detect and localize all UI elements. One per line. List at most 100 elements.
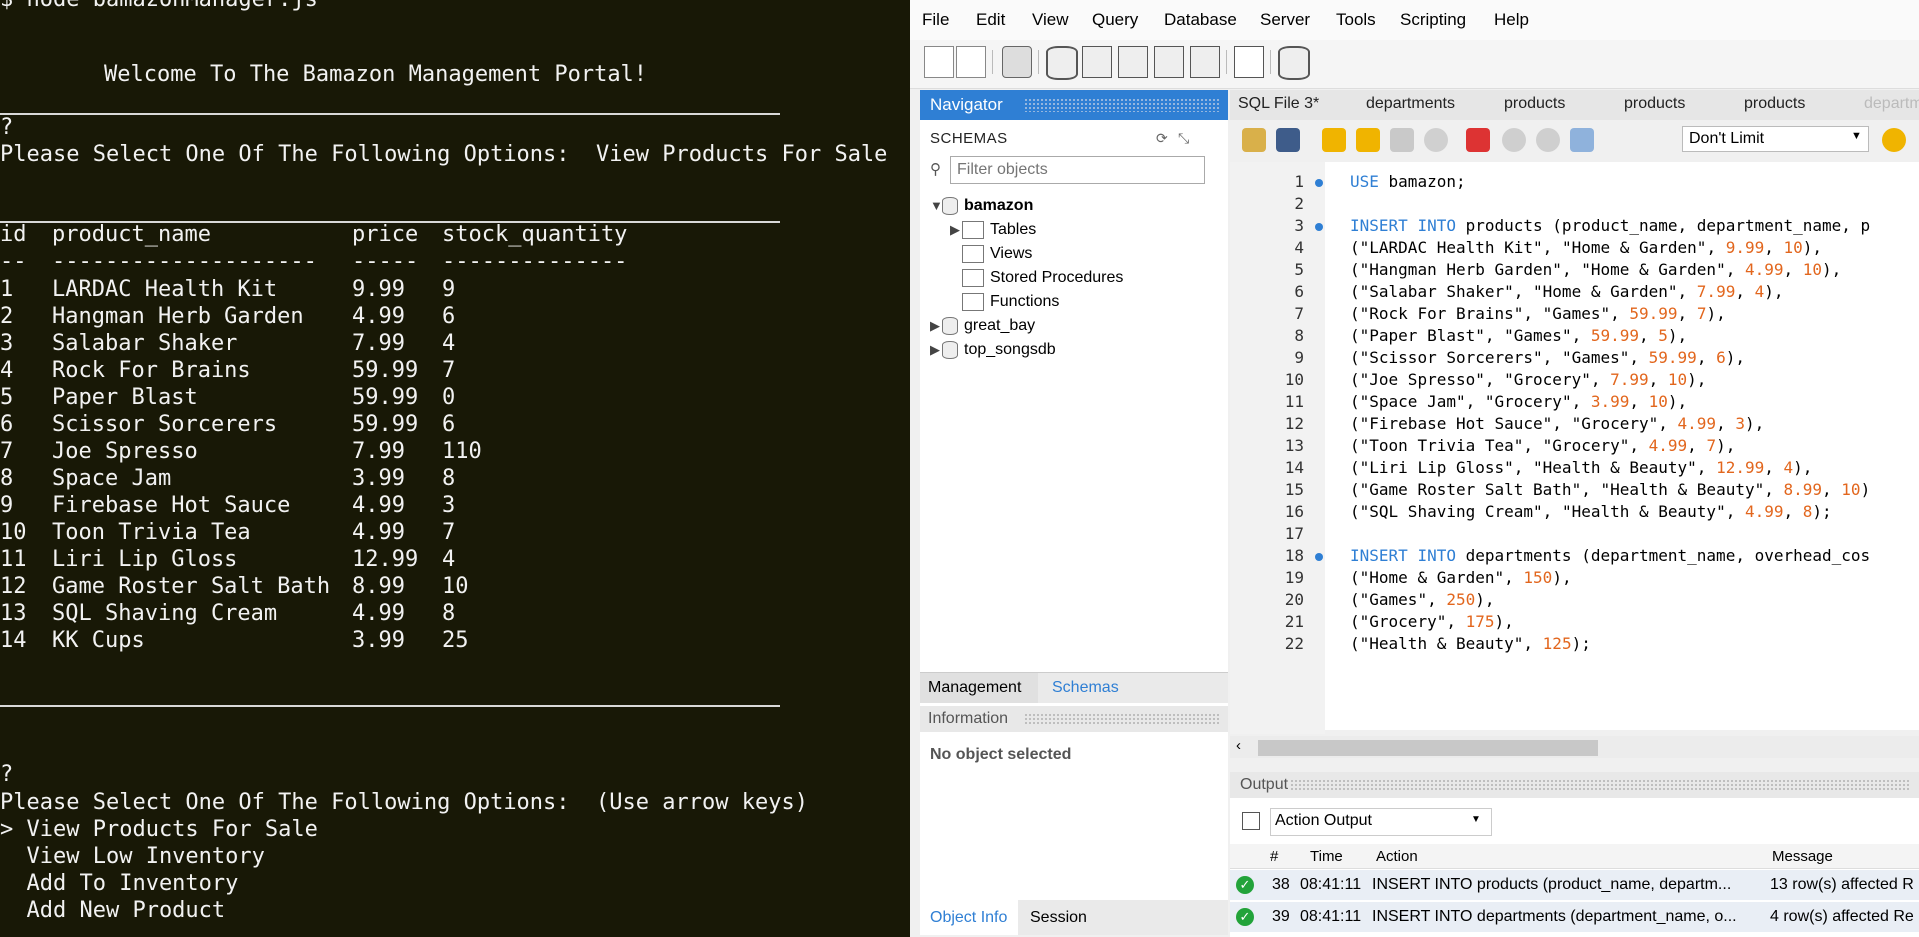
code-line: 12 ("Firebase Hot Sauce", "Grocery", 4.99… xyxy=(1230,414,1919,436)
scroll-left-icon[interactable]: ‹ xyxy=(1236,737,1241,754)
schema-bamazon-label: bamazon xyxy=(964,197,1034,215)
tab-schemas[interactable]: Schemas xyxy=(1052,679,1119,697)
create-procedure-icon[interactable] xyxy=(1154,46,1184,78)
menu-tools[interactable]: Tools xyxy=(1336,10,1376,30)
tab-object-info[interactable]: Object Info xyxy=(930,909,1007,927)
table-header-cell: product_name xyxy=(52,222,211,247)
code-line: 17 xyxy=(1230,524,1919,546)
code-text: ("Joe Spresso", "Grocery", 7.99, 10), xyxy=(1350,370,1707,389)
autocommit-icon[interactable] xyxy=(1570,128,1594,152)
tab-management[interactable]: Management xyxy=(928,679,1021,697)
output-type-select[interactable]: Action Output ▼ xyxy=(1270,808,1492,836)
refresh-icon[interactable]: ⟳ xyxy=(1156,130,1168,147)
rollback-icon[interactable] xyxy=(1536,128,1560,152)
expand-icon[interactable]: ▶ xyxy=(930,318,942,334)
inspector-icon[interactable] xyxy=(1002,46,1032,78)
stop-icon[interactable] xyxy=(1424,128,1448,152)
tree-item-views[interactable]: Views xyxy=(950,245,1032,263)
toggle-error-icon[interactable] xyxy=(1466,128,1490,152)
line-number: 2 xyxy=(1294,194,1304,213)
save-icon[interactable] xyxy=(1276,128,1300,152)
collapse-icon[interactable]: ⤡ xyxy=(1178,130,1189,147)
create-function-icon[interactable] xyxy=(1190,46,1220,78)
document-tabs: SQL File 3* departments products products pr… xyxy=(1230,90,1919,120)
create-schema-icon[interactable] xyxy=(1046,46,1078,80)
tab-products[interactable]: products xyxy=(1744,95,1805,113)
horizontal-scrollbar[interactable]: ‹ xyxy=(1230,736,1919,758)
create-table-icon[interactable] xyxy=(1082,46,1112,78)
explain-icon[interactable] xyxy=(1390,128,1414,152)
execute-icon[interactable] xyxy=(1322,128,1346,152)
table-cell: 7 xyxy=(0,439,14,464)
open-sql-script-icon[interactable] xyxy=(956,46,986,78)
folder-icon xyxy=(962,293,984,311)
copy-icon[interactable] xyxy=(1242,812,1260,830)
statement-marker-icon xyxy=(1315,553,1323,561)
menu-file[interactable]: File xyxy=(922,10,949,30)
menu-option[interactable]: Add New Product xyxy=(0,897,225,924)
menu-option[interactable]: View Low Inventory xyxy=(0,843,264,870)
table-cell: 4.99 xyxy=(352,493,405,518)
execute-current-icon[interactable] xyxy=(1356,128,1380,152)
statement-marker-icon xyxy=(1315,223,1323,231)
output-row[interactable]: ✓ 39 08:41:11 INSERT INTO departments (depa… xyxy=(1230,902,1919,932)
table-cell: Toon Trivia Tea xyxy=(52,520,251,545)
filter-objects-input[interactable] xyxy=(950,156,1205,184)
create-view-icon[interactable] xyxy=(1118,46,1148,78)
search-table-data-icon[interactable] xyxy=(1234,46,1264,78)
code-line: 18 INSERT INTO departments (department_na… xyxy=(1230,546,1919,568)
sql-code-editor[interactable]: 1 USE bamazon; 2 3 INSERT INTO products (pro… xyxy=(1230,162,1919,734)
tree-item-tables[interactable]: ▶ Tables xyxy=(950,221,1036,239)
table-cell: 4 xyxy=(442,547,456,572)
menu-query[interactable]: Query xyxy=(1092,10,1138,30)
output-row-time: 08:41:11 xyxy=(1300,876,1362,893)
table-cell: 11 xyxy=(0,547,27,572)
scrollbar-thumb[interactable] xyxy=(1258,740,1598,756)
table-cell: 4 xyxy=(0,358,14,383)
information-body: No object selected xyxy=(920,732,1228,897)
bookmark-icon[interactable] xyxy=(1882,128,1906,152)
new-sql-tab-icon[interactable] xyxy=(924,46,954,78)
tab-products[interactable]: products xyxy=(1504,95,1565,113)
menu-server[interactable]: Server xyxy=(1260,10,1310,30)
line-number: 7 xyxy=(1294,304,1304,323)
table-cell: 9.99 xyxy=(352,277,405,302)
commit-icon[interactable] xyxy=(1502,128,1526,152)
tree-item-functions[interactable]: Functions xyxy=(950,293,1059,311)
expand-icon[interactable]: ▶ xyxy=(950,222,962,238)
code-text: ("SQL Shaving Cream", "Health & Beauty",… xyxy=(1350,502,1832,521)
tab-session[interactable]: Session xyxy=(1030,909,1087,927)
line-number: 16 xyxy=(1284,502,1304,521)
expand-icon[interactable]: ▼ xyxy=(930,198,943,213)
tab-sql-file-3-[interactable]: SQL File 3* xyxy=(1238,95,1319,113)
open-file-icon[interactable] xyxy=(1242,128,1266,152)
code-line: 14 ("Liri Lip Gloss", "Health & Beauty", … xyxy=(1230,458,1919,480)
menu-help[interactable]: Help xyxy=(1494,10,1529,30)
schema-great-bay[interactable]: ▶ great_bay xyxy=(930,317,1035,335)
menu-database[interactable]: Database xyxy=(1164,10,1237,30)
output-row[interactable]: ✓ 38 08:41:11 INSERT INTO products (product… xyxy=(1230,870,1919,900)
table-cell: 7 xyxy=(442,358,456,383)
tab-departmen[interactable]: departmen xyxy=(1864,95,1919,113)
schema-top-songsdb[interactable]: ▶ top_songsdb xyxy=(930,341,1056,359)
schema-bamazon[interactable]: ▼ bamazon xyxy=(930,197,1033,215)
code-line: 19 ("Home & Garden", 150), xyxy=(1230,568,1919,590)
tab-products[interactable]: products xyxy=(1624,95,1685,113)
folder-icon xyxy=(962,221,984,239)
limit-rows-select[interactable]: Don't Limit ▼ xyxy=(1682,126,1869,152)
reconnect-icon[interactable] xyxy=(1278,46,1310,80)
menu-view[interactable]: View xyxy=(1032,10,1069,30)
expand-icon[interactable]: ▶ xyxy=(930,342,942,358)
menu-option[interactable]: Add To Inventory xyxy=(0,870,238,897)
schema-great-bay-label: great_bay xyxy=(964,317,1036,335)
menu-edit[interactable]: Edit xyxy=(976,10,1005,30)
table-cell: KK Cups xyxy=(52,628,145,653)
menu-scripting[interactable]: Scripting xyxy=(1400,10,1466,30)
line-number: 10 xyxy=(1284,370,1304,389)
tree-item-stored-procedures[interactable]: Stored Procedures xyxy=(950,269,1123,287)
menu-option[interactable]: > View Products For Sale xyxy=(0,816,318,843)
terminal-divider xyxy=(0,113,780,115)
code-line: 6 ("Salabar Shaker", "Home & Garden", 7.9… xyxy=(1230,282,1919,304)
tab-departments[interactable]: departments xyxy=(1366,95,1455,113)
tree-item-views-label: Views xyxy=(990,245,1033,263)
